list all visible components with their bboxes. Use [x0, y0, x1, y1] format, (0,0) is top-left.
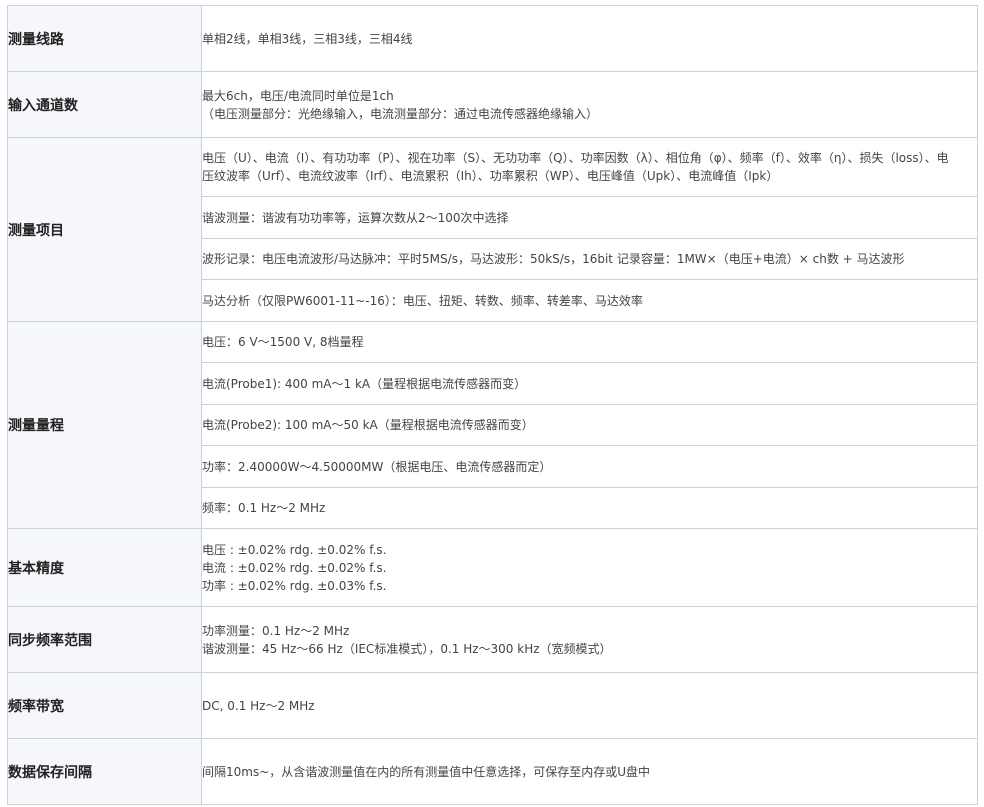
value-line: 波形记录：电压电流波形/马达脉冲：平时5MS/s，马达波形：50kS/s，16b…: [202, 252, 905, 266]
row-value: 谐波测量：谐波有功功率等，运算次数从2～100次中选择: [201, 196, 978, 239]
value-line: 间隔10ms~，从含谐波测量值在内的所有测量值中任意选择，可保存至内存或U盘中: [202, 764, 651, 779]
value-line: 功率测量：0.1 Hz～2 MHz: [202, 623, 350, 638]
row-label: 频率带宽: [7, 672, 202, 739]
value-line: 电压 : ±0.02% rdg. ±0.02% f.s.: [202, 542, 387, 557]
table-row: 测量线路 单相2线，单相3线，三相3线，三相4线: [7, 5, 978, 72]
row-value: 最大6ch，电压/电流同时单位是1ch （电压测量部分：光绝缘输入，电流测量部分…: [201, 71, 978, 138]
row-label: 数据保存间隔: [7, 738, 202, 805]
table-row: 频率带宽 DC, 0.1 Hz～2 MHz: [7, 672, 978, 739]
value-line: 谐波测量：谐波有功功率等，运算次数从2～100次中选择: [202, 210, 509, 225]
value-line: 马达分析（仅限PW6001-11~-16）：电压、扭矩、转数、频率、转差率、马达…: [202, 293, 643, 308]
value-line: 电流 : ±0.02% rdg. ±0.02% f.s.: [202, 560, 387, 575]
row-label: 测量线路: [7, 5, 202, 72]
row-value: 波形记录：电压电流波形/马达脉冲：平时5MS/s，马达波形：50kS/s，16b…: [201, 238, 978, 280]
value-line: 功率 : ±0.02% rdg. ±0.03% f.s.: [202, 578, 387, 593]
value-line: 电流(Probe1): 400 mA～1 kA（量程根据电流传感器而变）: [202, 376, 527, 391]
value-line: （电压测量部分：光绝缘输入，电流测量部分：通过电流传感器绝缘输入）: [202, 106, 599, 121]
row-label: 基本精度: [7, 528, 202, 607]
row-label: 测量量程: [7, 321, 202, 529]
row-value: 单相2线，单相3线，三相3线，三相4线: [201, 5, 978, 72]
row-value: 功率测量：0.1 Hz～2 MHz 谐波测量：45 Hz～66 Hz（IEC标准…: [201, 606, 978, 673]
row-value: 电流(Probe2): 100 mA～50 kA（量程根据电流传感器而变）: [201, 404, 978, 446]
value-line: 谐波测量：45 Hz～66 Hz（IEC标准模式），0.1 Hz～300 kHz…: [202, 641, 612, 656]
row-label: 同步频率范围: [7, 606, 202, 673]
row-label: 输入通道数: [7, 71, 202, 138]
value-line: 电压（U）、电流（I）、有功功率（P）、视在功率（S）、无功功率（Q）、功率因数…: [202, 151, 949, 183]
row-value: 电流(Probe1): 400 mA～1 kA（量程根据电流传感器而变）: [201, 362, 978, 405]
row-value: DC, 0.1 Hz～2 MHz: [201, 672, 978, 739]
table-row: 基本精度 电压 : ±0.02% rdg. ±0.02% f.s. 电流 : ±…: [7, 528, 978, 607]
row-value: 功率：2.40000W～4.50000MW（根据电压、电流传感器而定）: [201, 445, 978, 488]
value-line: DC, 0.1 Hz～2 MHz: [202, 698, 315, 713]
value-line: 电流(Probe2): 100 mA～50 kA（量程根据电流传感器而变）: [202, 418, 534, 432]
row-value: 电压（U）、电流（I）、有功功率（P）、视在功率（S）、无功功率（Q）、功率因数…: [201, 137, 978, 197]
value-line: 单相2线，单相3线，三相3线，三相4线: [202, 31, 413, 46]
row-value: 电压 : ±0.02% rdg. ±0.02% f.s. 电流 : ±0.02%…: [201, 528, 978, 607]
table-row: 测量量程 电压：6 V～1500 V, 8档量程: [7, 321, 978, 529]
table-row: 数据保存间隔 间隔10ms~，从含谐波测量值在内的所有测量值中任意选择，可保存至…: [7, 738, 978, 805]
value-line: 最大6ch，电压/电流同时单位是1ch: [202, 88, 394, 103]
value-line: 频率：0.1 Hz～2 MHz: [202, 501, 326, 515]
row-value: 频率：0.1 Hz～2 MHz: [201, 487, 978, 529]
table-row: 输入通道数 最大6ch，电压/电流同时单位是1ch （电压测量部分：光绝缘输入，…: [7, 71, 978, 138]
table-row: 同步频率范围 功率测量：0.1 Hz～2 MHz 谐波测量：45 Hz～66 H…: [7, 606, 978, 673]
spec-table: 测量线路 单相2线，单相3线，三相3线，三相4线 输入通道数 最大6ch，电压/…: [7, 5, 978, 805]
value-line: 电压：6 V～1500 V, 8档量程: [202, 335, 364, 349]
row-value: 间隔10ms~，从含谐波测量值在内的所有测量值中任意选择，可保存至内存或U盘中: [201, 738, 978, 805]
table-row: 测量项目 电压（U）、电流（I）、有功功率（P）、视在功率（S）、无功功率（Q）…: [7, 137, 978, 322]
value-line: 功率：2.40000W～4.50000MW（根据电压、电流传感器而定）: [202, 459, 552, 474]
row-value: 马达分析（仅限PW6001-11~-16）：电压、扭矩、转数、频率、转差率、马达…: [201, 279, 978, 322]
row-value: 电压：6 V～1500 V, 8档量程: [201, 321, 978, 363]
row-label: 测量项目: [7, 137, 202, 322]
